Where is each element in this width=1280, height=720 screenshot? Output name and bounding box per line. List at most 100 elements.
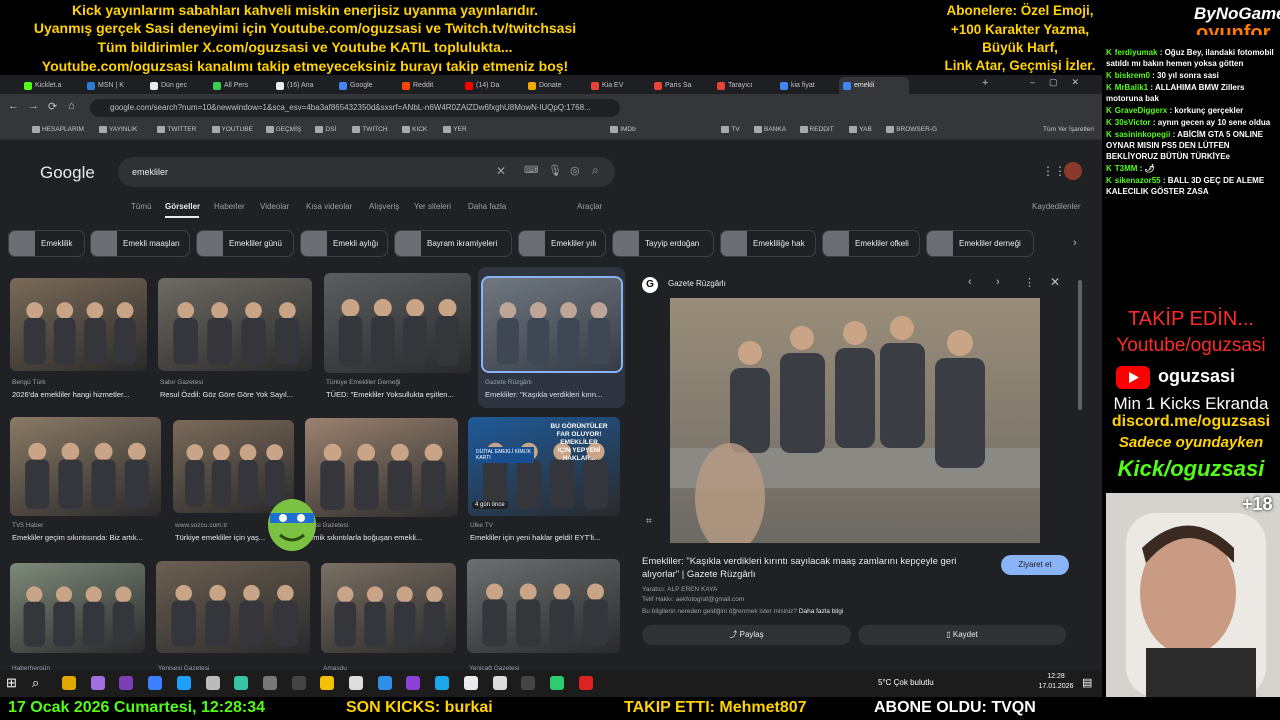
forward-icon[interactable]: → [28, 100, 39, 112]
avatar[interactable] [1064, 162, 1082, 180]
taskbar-search-icon[interactable]: ⌕ [32, 675, 39, 691]
result-image[interactable] [158, 278, 312, 371]
clock-date[interactable]: 17.01.2026 [1036, 683, 1076, 690]
lens-search-icon[interactable]: ⌗ [646, 516, 652, 527]
reload-icon[interactable]: ⟳ [48, 100, 57, 113]
next-icon[interactable]: › [996, 276, 1000, 288]
search-tab[interactable]: Haberler [214, 202, 245, 211]
filter-chip[interactable]: Emekliler yılı [518, 230, 606, 257]
browser-tab[interactable]: Reddit [398, 77, 458, 94]
result-source[interactable]: Sabır Gazetesi [160, 379, 314, 386]
apps-icon[interactable]: ⋮⋮ [1042, 164, 1066, 178]
result-caption[interactable]: Emekliler geçim sıkıntısında: Biz artık.… [12, 533, 163, 542]
panel-title[interactable]: Emekliler: "Kaşıkla verdikleri kırıntı s… [642, 555, 987, 581]
bookmark-item[interactable]: YAB [849, 126, 872, 133]
result-image[interactable] [481, 276, 623, 373]
result-caption[interactable]: ...mik sıkıntılarla boğuşan emekli... [307, 533, 460, 542]
result-caption[interactable]: Emekliler için yeni haklar geldi! EYT'li… [470, 533, 622, 542]
google-logo[interactable]: Google [40, 163, 95, 183]
bookmark-item[interactable]: TWITTER [157, 126, 196, 133]
app-icon[interactable] [234, 676, 249, 690]
browser-tab[interactable]: Tarayıcı [713, 77, 773, 94]
chat-username[interactable]: MrBalik1 [1115, 83, 1148, 92]
bookmark-item[interactable]: HESAPLARIM [32, 126, 84, 133]
result-image[interactable] [305, 418, 458, 517]
search-tab[interactable]: Kısa videolar [306, 202, 352, 211]
filter-chip[interactable]: Emeklilik [8, 230, 85, 257]
filter-chip[interactable]: Bayram ikramiyeleri [394, 230, 512, 257]
weather-widget[interactable]: 5°C Çok bulutlu [878, 678, 934, 687]
scrollbar[interactable] [1078, 280, 1082, 410]
filter-chip[interactable]: Emekliler derneği [926, 230, 1034, 257]
notification-icon[interactable]: ▤ [1082, 676, 1092, 689]
pen-icon[interactable] [90, 676, 105, 690]
clock-icon[interactable] [349, 676, 363, 690]
back-icon[interactable]: ← [8, 100, 19, 112]
file-explorer-icon[interactable] [62, 676, 76, 690]
browser-tab[interactable]: Kicklet.a [20, 77, 80, 94]
result-image[interactable] [156, 561, 310, 653]
search-input[interactable]: emekliler [118, 157, 615, 187]
filter-chip[interactable]: Emekliler ofkeli [822, 230, 920, 257]
browser-tab[interactable]: Donate [524, 77, 584, 94]
edge-icon[interactable] [435, 676, 450, 690]
filter-chip[interactable]: Tayyip erdoğan [612, 230, 714, 257]
bookmark-item[interactable]: YOUTUBE [211, 126, 253, 133]
chat-username[interactable]: sasininkopegii [1115, 130, 1171, 139]
home-icon[interactable]: ⌂ [68, 100, 75, 112]
bookmark-item[interactable]: YAYINLIK [99, 126, 137, 133]
mic-icon[interactable]: 🎙 [548, 164, 562, 177]
camera-icon[interactable] [262, 676, 277, 690]
browser-tab[interactable]: (14) Da [461, 77, 521, 94]
bookmark-item[interactable]: BROWSER-G [886, 126, 937, 133]
chat-username[interactable]: GraveDiggerx [1115, 106, 1167, 115]
filter-chip[interactable]: Emekliliğe hak [720, 230, 816, 257]
chat-username[interactable]: 30sVictor [1115, 118, 1151, 127]
result-caption[interactable]: Resul Özdil: Göz Göre Göre Yok Sayıl... [160, 390, 314, 399]
search-tab[interactable]: Alışveriş [369, 202, 399, 211]
more-icon[interactable]: ⋮ [1024, 276, 1035, 289]
browser-tab[interactable]: (16) Ana [272, 77, 332, 94]
lens-icon[interactable]: ◎ [570, 164, 580, 177]
share-button[interactable]: ⤴ Paylaş [642, 625, 851, 645]
chips-next-icon[interactable]: › [1073, 237, 1077, 249]
close-icon[interactable]: ✕ [1050, 275, 1060, 289]
browser-tab[interactable]: emekli [839, 77, 909, 94]
search-tab[interactable]: Videolar [260, 202, 289, 211]
prev-icon[interactable]: ‹ [968, 276, 972, 288]
saved-button[interactable]: Kaydedilenler [1032, 202, 1080, 211]
browser-tab[interactable]: Paris Sa [650, 77, 710, 94]
result-caption[interactable]: 2026'da emekliler hangi hizmetler... [12, 390, 149, 399]
chat-username[interactable]: ferdiyumak [1115, 48, 1158, 57]
browser-tab[interactable]: All Pers [209, 77, 269, 94]
search-tab[interactable]: Yer siteleri [414, 202, 451, 211]
bookmark-item[interactable]: BANKA [754, 126, 786, 133]
result-image[interactable] [324, 273, 471, 373]
filter-chip[interactable]: Emekli maaşları [90, 230, 190, 257]
result-source[interactable]: ...esi Gazetesi [307, 522, 460, 529]
bookmark-item[interactable]: TWITCH [352, 126, 388, 133]
preview-image[interactable] [670, 298, 1040, 543]
settings-icon[interactable] [205, 676, 220, 690]
tools-button[interactable]: Araçlar [577, 202, 602, 211]
bookmark-item[interactable]: REDDIT [799, 126, 834, 133]
chrome-icon[interactable] [463, 676, 478, 690]
clock-time[interactable]: 12:28 [1036, 673, 1076, 680]
result-source[interactable]: Bengü Türk [12, 379, 149, 386]
sticky-notes-icon[interactable] [320, 676, 335, 690]
terminal-icon[interactable] [291, 676, 306, 690]
app-icon-2[interactable] [492, 676, 507, 690]
search-tab[interactable]: Tümü [131, 202, 151, 211]
result-caption[interactable]: TÜED: "Emekliler Yoksullukta eşitlen... [326, 390, 473, 399]
result-image[interactable] [10, 563, 145, 653]
visit-button[interactable]: Ziyaret et [1001, 555, 1069, 575]
bookmark-item[interactable]: IMDb [610, 126, 636, 133]
chat-username[interactable]: T3MM [1115, 164, 1138, 173]
media-icon[interactable] [406, 676, 421, 690]
result-source[interactable]: Ülke TV [470, 522, 622, 529]
panel-source[interactable]: Gazete Rüzgârlı [668, 279, 726, 288]
bookmark-item[interactable]: KICK [402, 126, 427, 133]
new-tab-icon[interactable]: + [982, 77, 988, 89]
store-icon[interactable] [148, 676, 163, 690]
bookmark-item[interactable]: GEÇMİŞ [265, 126, 301, 133]
